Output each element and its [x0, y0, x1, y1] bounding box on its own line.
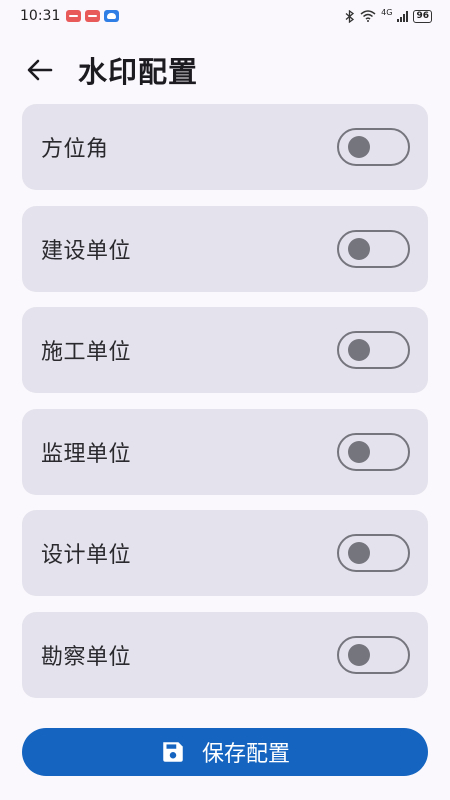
design-unit-toggle[interactable] [337, 534, 410, 572]
arrow-left-icon [27, 59, 53, 81]
construction-unit-toggle[interactable] [337, 230, 410, 268]
toggle-thumb [348, 339, 370, 361]
setting-row-supervision-unit: 监理单位 [22, 409, 428, 495]
setting-row-contractor-unit: 施工单位 [22, 307, 428, 393]
status-bar: 10:31 4G 96 [0, 0, 450, 32]
battery-icon: 96 [413, 9, 432, 23]
supervision-unit-toggle[interactable] [337, 433, 410, 471]
notification-app-icon [66, 10, 82, 22]
survey-unit-toggle[interactable] [337, 636, 410, 674]
status-bar-right: 4G 96 [345, 7, 432, 23]
signal-icon [397, 10, 409, 22]
save-icon [163, 742, 183, 762]
setting-label: 设计单位 [41, 543, 132, 568]
toggle-thumb [348, 644, 370, 666]
back-button[interactable] [20, 50, 60, 90]
toggle-thumb [348, 441, 370, 463]
setting-label: 勘察单位 [41, 645, 132, 670]
setting-row-survey-unit: 勘察单位 [22, 612, 428, 698]
setting-label: 方位角 [41, 137, 109, 162]
toggle-thumb [348, 542, 370, 564]
azimuth-toggle[interactable] [337, 128, 410, 166]
cloud-app-icon [104, 10, 120, 22]
app-header: 水印配置 [0, 44, 450, 96]
setting-label: 建设单位 [41, 239, 132, 264]
setting-row-design-unit: 设计单位 [22, 510, 428, 596]
setting-label: 施工单位 [41, 340, 132, 365]
battery-level: 96 [416, 11, 429, 21]
page-title: 水印配置 [78, 55, 199, 89]
status-bar-left: 10:31 [20, 8, 120, 24]
network-type: 4G [381, 7, 393, 17]
bluetooth-icon [345, 9, 355, 23]
contractor-unit-toggle[interactable] [337, 331, 410, 369]
save-button-label: 保存配置 [201, 742, 290, 767]
setting-label: 监理单位 [41, 442, 132, 467]
setting-row-construction-unit: 建设单位 [22, 206, 428, 292]
save-config-button[interactable]: 保存配置 [22, 728, 428, 776]
setting-row-azimuth: 方位角 [22, 104, 428, 190]
notification-app-icon [85, 10, 101, 22]
toggle-thumb [348, 238, 370, 260]
wifi-icon [360, 10, 376, 22]
toggle-thumb [348, 136, 370, 158]
status-time: 10:31 [20, 8, 61, 24]
